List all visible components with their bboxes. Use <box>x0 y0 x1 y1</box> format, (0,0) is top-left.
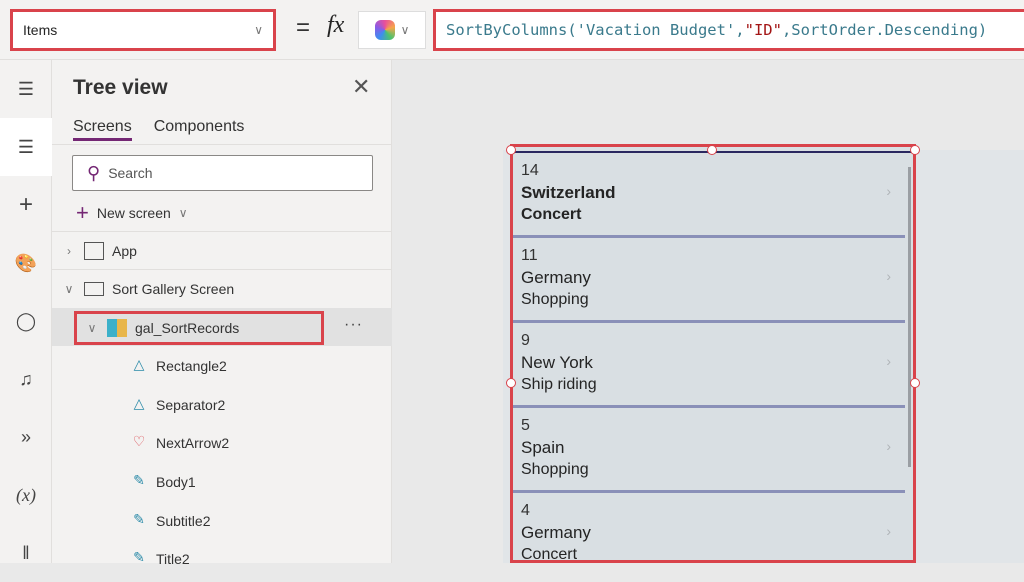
scrollbar[interactable] <box>908 167 911 467</box>
tools-icon[interactable]: ‖ <box>0 524 52 582</box>
gallery-icon <box>107 319 127 337</box>
variables-icon[interactable]: (x) <box>0 466 52 524</box>
media-icon[interactable]: ♫ <box>0 350 52 408</box>
label-icon: ✎ <box>133 549 145 565</box>
gallery-item[interactable]: 11 Germany Shopping › <box>513 238 905 323</box>
formula-text: ,SortOrder.Descending) <box>781 21 988 39</box>
fx-icon[interactable]: fx <box>327 12 344 39</box>
item-title: Switzerland <box>521 183 616 202</box>
more-options-icon[interactable]: ··· <box>344 316 363 334</box>
tree-item-label: Subtitle2 <box>156 513 211 529</box>
shape-icon: △ <box>133 356 145 372</box>
tree-item-screen[interactable]: ∨ Sort Gallery Screen <box>52 269 392 307</box>
tree-item-label: gal_SortRecords <box>135 320 240 336</box>
divider <box>52 144 392 145</box>
property-value: Items <box>23 22 58 38</box>
search-input[interactable]: ⚲ Search <box>72 155 373 191</box>
item-id: 9 <box>521 332 530 349</box>
item-subtitle: Shopping <box>521 291 589 308</box>
item-title: Spain <box>521 438 565 457</box>
tree-view-panel: Tree view ✕ Screens Components ⚲ Search … <box>52 60 392 567</box>
formula-string: "ID" <box>744 21 782 39</box>
tree-item-rectangle2[interactable]: △ Rectangle2 <box>128 347 227 385</box>
plus-icon[interactable]: + <box>0 176 52 234</box>
item-id: 4 <box>521 502 530 519</box>
panel-title: Tree view <box>73 76 168 99</box>
gallery-item[interactable]: 5 Spain Shopping › <box>513 408 905 493</box>
item-id: 5 <box>521 417 530 434</box>
app-icon <box>84 241 104 260</box>
resize-handle[interactable] <box>506 378 516 388</box>
resize-handle[interactable] <box>506 145 516 155</box>
next-arrow-icon[interactable]: › <box>886 438 891 454</box>
screen-icon <box>84 281 104 296</box>
gallery-item[interactable]: 14 Switzerland Concert › <box>513 153 905 238</box>
icons-icon: ♡ <box>132 433 146 449</box>
item-subtitle: Ship riding <box>521 376 597 393</box>
chevron-down-icon: ∨ <box>254 23 263 37</box>
chevron-down-icon[interactable]: ∨ <box>85 321 99 335</box>
formula-input[interactable]: SortByColumns('Vacation Budget', "ID" ,Sor… <box>433 9 1024 51</box>
tree-item-separator2[interactable]: △ Separator2 <box>128 386 226 424</box>
tree-item-subtitle2[interactable]: ✎ Subtitle2 <box>128 502 210 540</box>
item-title: Germany <box>521 523 591 542</box>
tree-item-label: Sort Gallery Screen <box>112 280 235 297</box>
tab-components[interactable]: Components <box>154 118 245 141</box>
item-subtitle: Concert <box>521 546 578 563</box>
close-icon[interactable]: ✕ <box>352 74 370 100</box>
tree-item-label: Separator2 <box>156 397 226 413</box>
tree-item-label: Rectangle2 <box>156 358 227 374</box>
tree-item-label: NextArrow2 <box>156 435 230 451</box>
property-dropdown[interactable]: Items ∨ <box>10 9 276 51</box>
label-icon: ✎ <box>133 511 145 527</box>
resize-handle[interactable] <box>707 145 717 155</box>
tab-screens[interactable]: Screens <box>73 118 132 141</box>
tree-item-app[interactable]: › App <box>52 231 392 269</box>
next-arrow-icon[interactable]: › <box>886 353 891 369</box>
chevron-down-icon: ∨ <box>178 206 188 220</box>
left-rail: ☰ ☰ + 🎨 ◯ ♫ » (x) ‖ <box>0 60 52 563</box>
plus-icon: + <box>76 200 89 225</box>
formula-bar: Items ∨ = fx ∨ SortByColumns('Vacation B… <box>0 0 1024 60</box>
copilot-button[interactable]: ∨ <box>358 11 426 49</box>
item-title: Germany <box>521 268 591 287</box>
formula-text: SortByColumns('Vacation Budget', <box>446 21 745 39</box>
chevron-down-icon: ∨ <box>400 23 410 37</box>
tree-item-nextarrow2[interactable]: ♡ NextArrow2 <box>128 424 229 462</box>
shape-icon: △ <box>133 395 145 411</box>
next-arrow-icon[interactable]: › <box>886 268 891 284</box>
item-subtitle: Concert <box>521 206 582 223</box>
gallery-item[interactable]: 9 New York Ship riding › <box>513 323 905 408</box>
next-arrow-icon[interactable]: › <box>886 183 891 199</box>
hamburger-icon[interactable]: ☰ <box>0 60 52 118</box>
tree-item-body1[interactable]: ✎ Body1 <box>128 463 196 501</box>
tree-item-label: Title2 <box>156 551 190 567</box>
gallery-item[interactable]: 4 Germany Concert › <box>513 493 905 563</box>
tree-item-title2[interactable]: ✎ Title2 <box>128 540 190 578</box>
item-title: New York <box>521 353 593 372</box>
database-icon[interactable]: ◯ <box>0 292 52 350</box>
palette-icon[interactable]: 🎨 <box>0 234 52 292</box>
chevron-down-icon[interactable]: ∨ <box>62 282 76 296</box>
label-icon: ✎ <box>133 472 145 488</box>
item-id: 11 <box>521 247 538 264</box>
layers-icon[interactable]: ☰ <box>0 118 52 176</box>
tree-item-gallery[interactable]: ∨ gal_SortRecords ··· <box>52 308 392 346</box>
power-automate-icon[interactable]: » <box>0 408 52 466</box>
chevron-right-icon[interactable]: › <box>62 244 76 258</box>
search-placeholder: Search <box>108 165 153 181</box>
item-id: 14 <box>521 162 539 179</box>
item-subtitle: Shopping <box>521 461 589 478</box>
resize-handle[interactable] <box>910 378 920 388</box>
gallery-gal-sortrecords[interactable]: 14 Switzerland Concert › 11 Germany Shop… <box>510 144 916 563</box>
tree-item-label: App <box>112 242 137 259</box>
tree-item-label: Body1 <box>156 474 196 490</box>
new-screen-button[interactable]: + New screen ∨ <box>76 200 188 226</box>
equals-sign: = <box>296 14 311 41</box>
next-arrow-icon[interactable]: › <box>886 523 891 539</box>
copilot-icon <box>374 20 395 40</box>
new-screen-label: New screen <box>96 205 171 221</box>
resize-handle[interactable] <box>910 145 920 155</box>
search-icon: ⚲ <box>87 162 101 183</box>
